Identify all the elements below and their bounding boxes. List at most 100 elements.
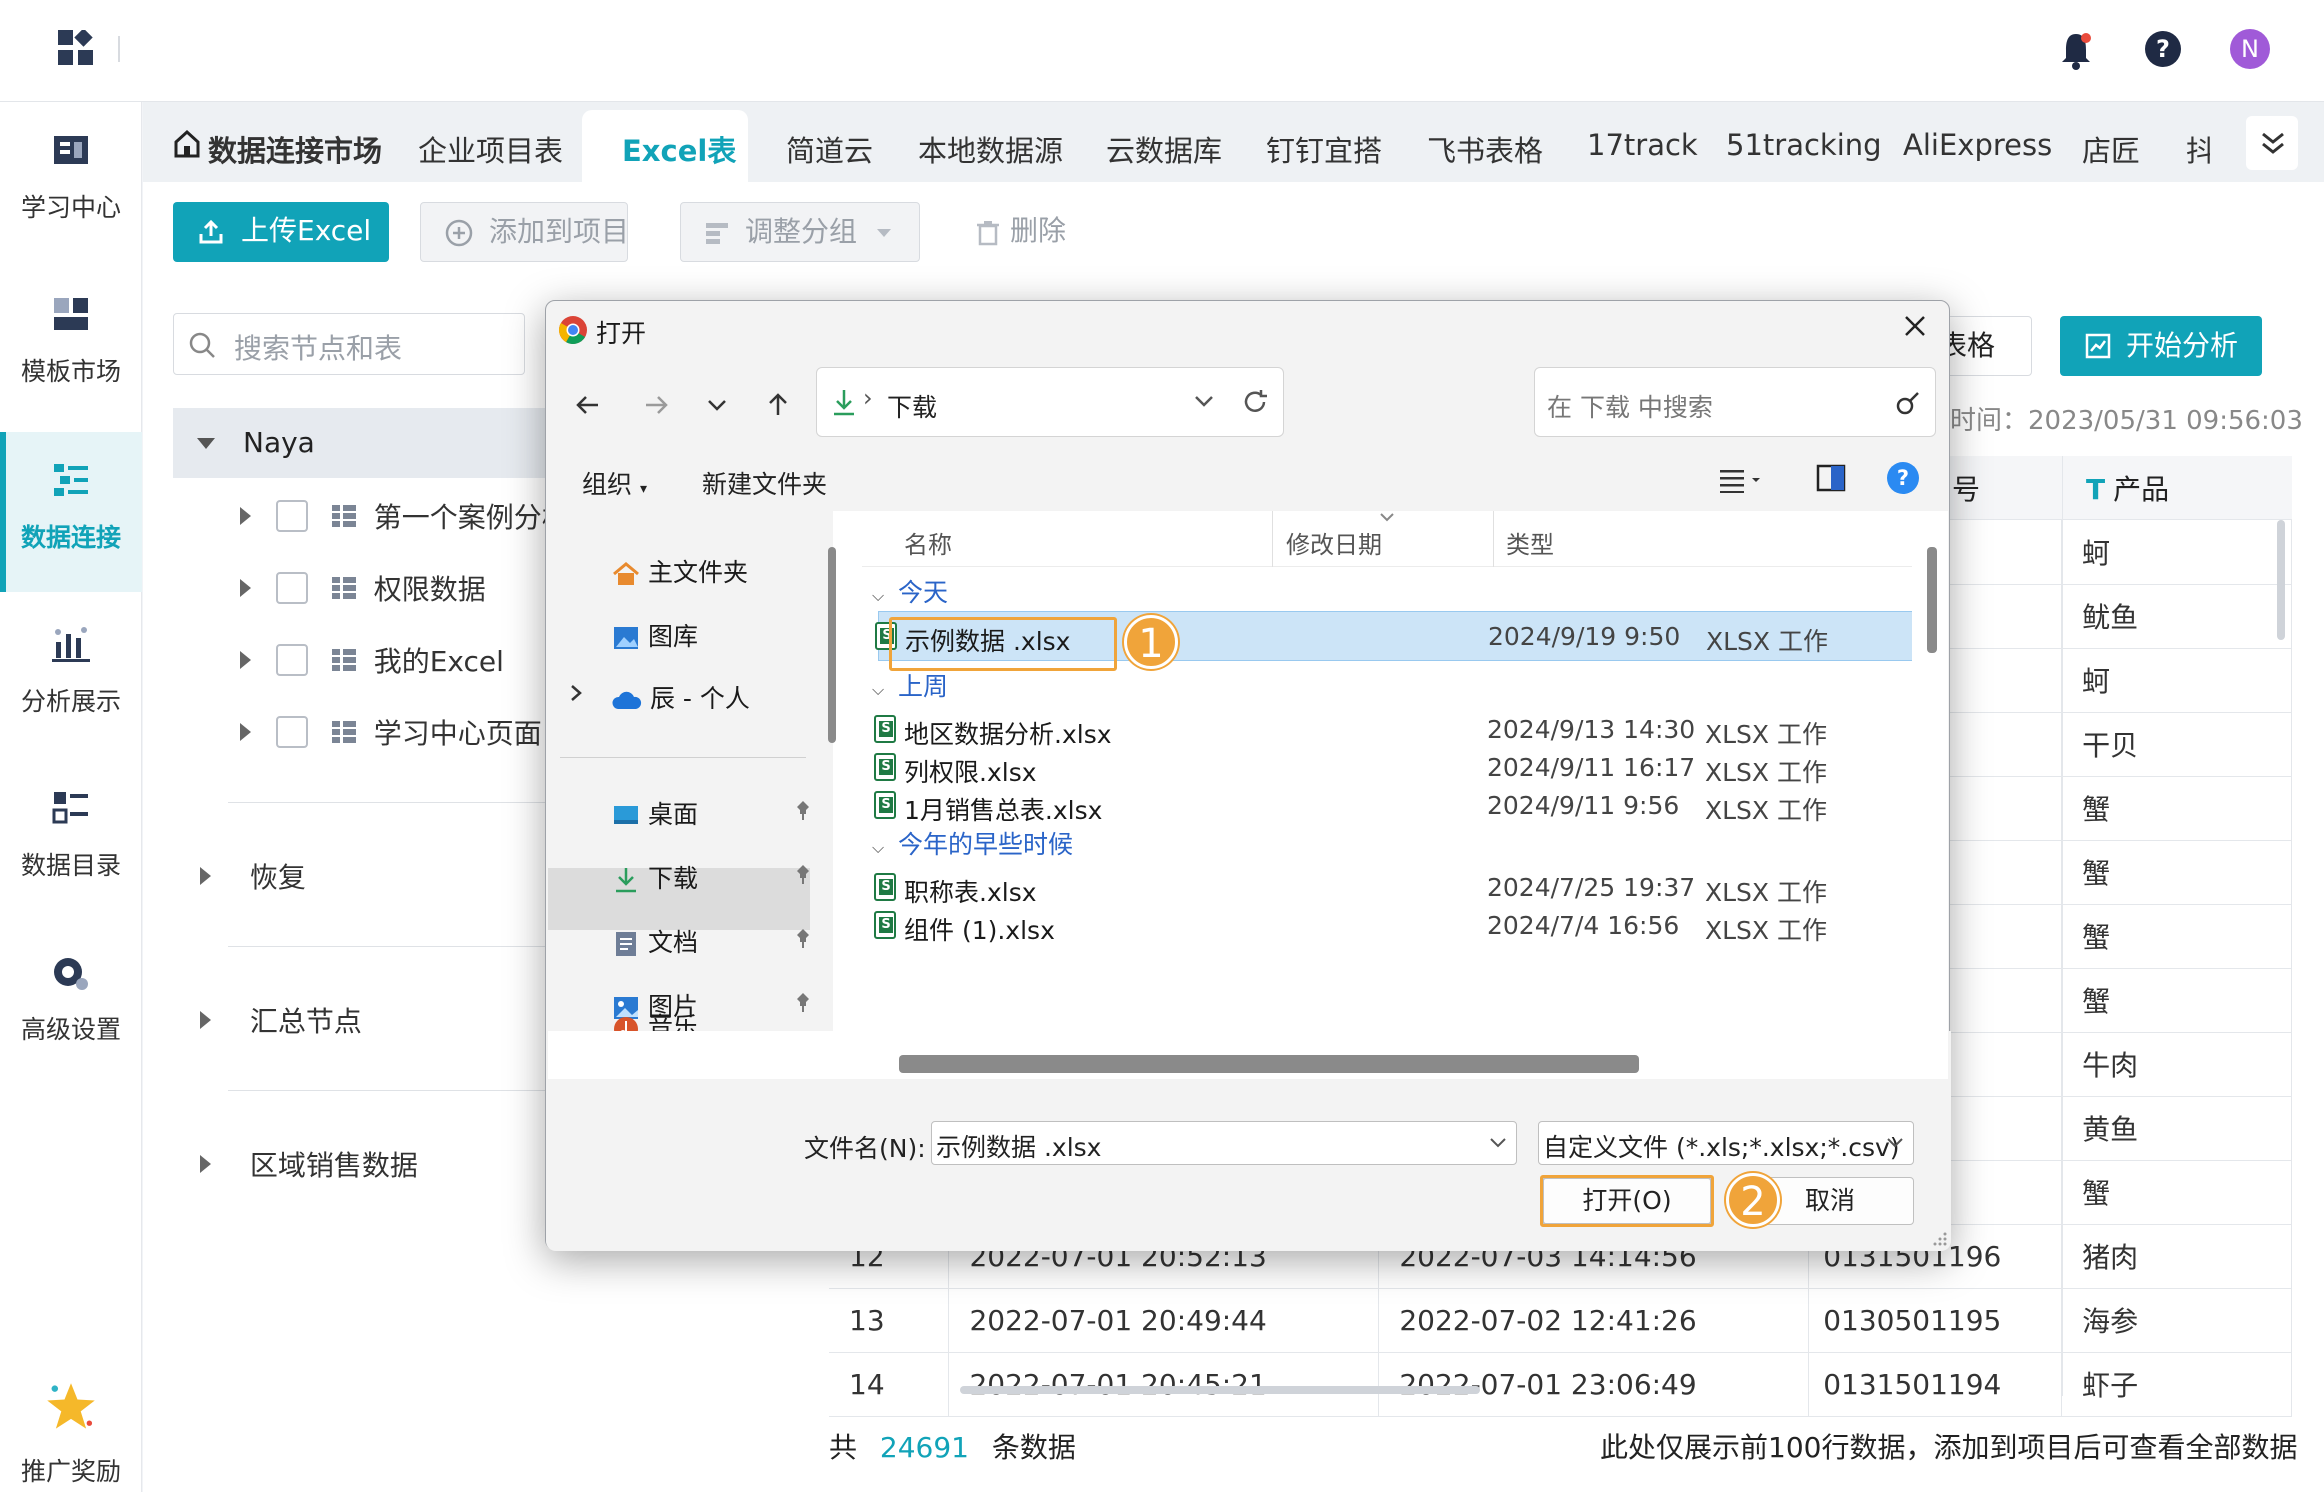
file-group-header[interactable]: ⌵ 今天 [872, 573, 948, 609]
nav-downloads[interactable]: 下载 [612, 859, 698, 895]
group-label: 上周 [898, 672, 949, 701]
file-hscrollbar-thumb[interactable] [899, 1055, 1639, 1073]
view-options-icon[interactable] [1718, 467, 1762, 493]
col-date-header[interactable]: 修改日期 [1286, 525, 1382, 560]
tab-market[interactable]: 数据连接市场 [208, 128, 382, 170]
col-type-header[interactable]: 类型 [1506, 525, 1554, 560]
tab-aliexpress[interactable]: AliExpress [1903, 128, 2052, 162]
chevron-down-icon[interactable] [1488, 1136, 1508, 1152]
nav-item-templates[interactable]: 模板市场 [0, 266, 142, 426]
tree-group-region-sales[interactable]: 区域销售数据 [200, 1144, 418, 1184]
refresh-icon[interactable] [1241, 388, 1269, 416]
address-bar[interactable]: › 下载 [816, 367, 1284, 437]
file-vscrollbar[interactable] [1927, 547, 1937, 653]
tree-item-my-excel[interactable]: 我的Excel [240, 640, 504, 680]
filename-input[interactable]: 示例数据 .xlsx [931, 1121, 1517, 1165]
tab-17track[interactable]: 17track [1587, 128, 1698, 162]
table-vscrollbar[interactable] [2277, 520, 2285, 640]
tree-group-summary[interactable]: 汇总节点 [200, 1000, 362, 1040]
tree-search-input[interactable]: 搜索节点和表 [173, 313, 525, 375]
upload-excel-button[interactable]: 上传Excel [173, 202, 389, 262]
nav-label: 音乐 [647, 1012, 698, 1031]
checkbox[interactable] [275, 644, 308, 676]
nav-item-catalog[interactable]: 数据目录 [0, 760, 142, 920]
top-bar: ? N [0, 0, 2324, 102]
nav-documents[interactable]: 文档 [612, 923, 698, 959]
template-icon [54, 298, 88, 330]
tab-feishu[interactable]: 飞书表格 [1427, 128, 1543, 170]
avatar[interactable]: N [2230, 29, 2270, 69]
tree-root-row[interactable]: Naya [173, 408, 553, 478]
resize-grip-icon[interactable] [1932, 1231, 1948, 1247]
tree-item-case[interactable]: 第一个案例分析 [240, 496, 564, 536]
help-icon[interactable]: ? [2144, 30, 2182, 68]
pin-icon[interactable] [794, 799, 812, 821]
col-header-product[interactable]: T 产品 [2086, 468, 2169, 508]
close-icon[interactable] [1900, 311, 1930, 341]
back-icon[interactable] [574, 391, 602, 419]
file-row[interactable]: 组件 (1).xlsx 2024/7/4 16:56 XLSX 工作 [862, 901, 1902, 951]
nav-item-analysis[interactable]: 分析展示 [0, 596, 142, 756]
nav-home[interactable]: 主文件夹 [612, 553, 748, 589]
preview-pane-icon[interactable] [1816, 463, 1846, 493]
dialog-search-input[interactable]: 在 下载 中搜索 [1534, 367, 1936, 437]
checkbox[interactable] [275, 500, 308, 532]
table-cell: 0131501194 [1808, 1352, 2063, 1417]
tab-cloud-db[interactable]: 云数据库 [1106, 128, 1222, 170]
tab-more-truncated[interactable]: 抖 [2186, 128, 2210, 170]
nav-onedrive[interactable]: 辰 - 个人 [612, 679, 750, 715]
tree-group-restore[interactable]: 恢复 [200, 856, 306, 896]
nav-item-settings[interactable]: 高级设置 [0, 924, 142, 1084]
nav-item-promo[interactable]: 推广奖励 [0, 1360, 142, 1492]
file-group-header[interactable]: ⌵ 上周 [872, 667, 948, 703]
adjust-group-button[interactable]: 调整分组 [680, 202, 920, 262]
side-nav: 学习中心 模板市场 数据连接 分析展示 数据目录 高级设置 推广奖励 [0, 102, 142, 1492]
tab-dingtalk[interactable]: 钉钉宜搭 [1266, 128, 1382, 170]
bell-icon[interactable] [2058, 30, 2094, 70]
caret-down-icon [197, 438, 215, 449]
update-time: 时间：2023/05/31 09:56:03 [1950, 406, 2303, 436]
up-icon[interactable] [764, 389, 792, 419]
file-group-header[interactable]: ⌵ 今年的早些时候 [872, 825, 1073, 861]
apps-icon[interactable] [58, 30, 94, 66]
pin-icon[interactable] [794, 991, 812, 1013]
search-icon [189, 332, 215, 358]
start-analysis-button[interactable]: 开始分析 [2060, 316, 2262, 376]
nav-desktop[interactable]: 桌面 [612, 795, 698, 831]
recent-dropdown-icon[interactable] [706, 395, 728, 415]
tree-item-learning-page[interactable]: 学习中心页面 [240, 712, 542, 752]
pin-icon[interactable] [794, 927, 812, 949]
chevron-down-icon[interactable] [1885, 1136, 1905, 1152]
file-row[interactable]: 1月销售总表.xlsx 2024/9/11 9:56 XLSX 工作 [862, 781, 1902, 831]
checkbox[interactable] [275, 572, 308, 604]
tab-shopjiang[interactable]: 店匠 [2082, 128, 2140, 170]
organize-menu[interactable]: 组织 ▾ [582, 465, 647, 501]
tab-excel[interactable]: Excel表 [622, 128, 736, 170]
nav-scrollbar[interactable] [828, 547, 836, 743]
nav-gallery[interactable]: 图库 [612, 617, 698, 653]
tab-jiandaoyun[interactable]: 简道云 [786, 128, 873, 170]
chevron-down-icon[interactable] [1193, 394, 1215, 410]
forward-icon[interactable] [642, 391, 670, 419]
file-type-select[interactable]: 自定义文件 (*.xls;*.xlsx;*.csv) [1538, 1121, 1914, 1165]
help-icon[interactable]: ? [1886, 461, 1920, 495]
nav-music[interactable]: 音乐 [612, 1007, 698, 1031]
nav-item-learning[interactable]: 学习中心 [0, 102, 142, 262]
tree-item-permission[interactable]: 权限数据 [240, 568, 486, 608]
table-hscrollbar[interactable] [960, 1386, 1480, 1394]
expand-chevron-icon[interactable] [568, 683, 584, 703]
download-icon [616, 868, 636, 893]
nav-label: 文档 [647, 928, 698, 957]
col-name-header[interactable]: 名称 [904, 525, 952, 560]
checkbox[interactable] [275, 716, 308, 748]
tab-local-source[interactable]: 本地数据源 [918, 128, 1063, 170]
nav-item-data-connect[interactable]: 数据连接 [0, 432, 142, 592]
pin-icon[interactable] [794, 863, 812, 885]
tabs-expand-button[interactable] [2246, 116, 2298, 170]
tab-enterprise[interactable]: 企业项目表 [418, 128, 563, 170]
tab-51tracking[interactable]: 51tracking [1726, 128, 1882, 162]
delete-button[interactable]: 删除 [966, 202, 1096, 262]
divider [228, 1090, 548, 1091]
add-to-project-button[interactable]: 添加到项目 [420, 202, 629, 262]
new-folder-button[interactable]: 新建文件夹 [702, 465, 827, 501]
